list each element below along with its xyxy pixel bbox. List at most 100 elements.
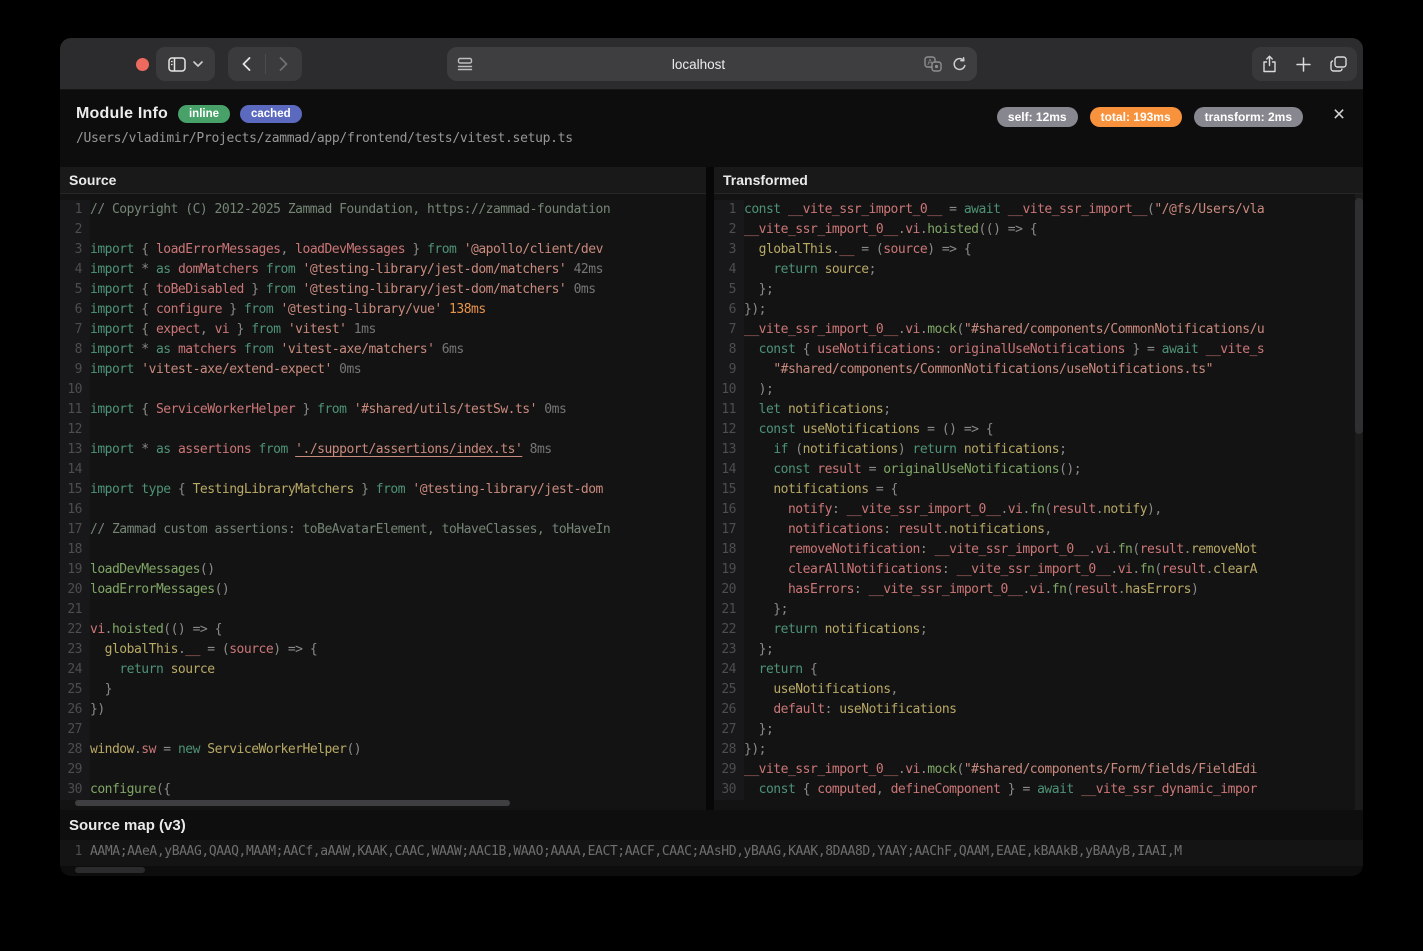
sourcemap-line: 1 AAMA;AAeA,yBAAG,QAAQ,MAAM;AACf,aAAW,KA… xyxy=(60,840,1363,864)
source-horizontal-scrollbar[interactable] xyxy=(75,800,510,806)
transformed-panel-header: Transformed xyxy=(714,167,1363,194)
code-line: 26}) xyxy=(60,700,706,720)
code-line: 30 const { computed, defineComponent } =… xyxy=(714,780,1363,800)
code-line: 12 const useNotifications = () => { xyxy=(714,420,1363,440)
code-text: ); xyxy=(744,380,1363,400)
line-number: 17 xyxy=(60,520,90,540)
line-number: 30 xyxy=(714,780,744,800)
line-number: 2 xyxy=(60,220,90,240)
sourcemap-body[interactable]: 1 AAMA;AAeA,yBAAG,QAAQ,MAAM;AACf,aAAW,KA… xyxy=(60,840,1363,866)
panel-divider[interactable] xyxy=(706,167,714,810)
code-text: if (notifications) return notifications; xyxy=(744,440,1363,460)
code-line: 15 notifications = { xyxy=(714,480,1363,500)
code-text: // Copyright (C) 2012-2025 Zammad Founda… xyxy=(90,200,706,220)
sourcemap-title: Source map (v3) xyxy=(69,817,186,834)
line-number: 10 xyxy=(60,380,90,400)
address-bar[interactable]: localhost A xyxy=(447,47,977,81)
sidebar-toggle-button[interactable] xyxy=(156,47,215,81)
code-text: notifications = { xyxy=(744,480,1363,500)
line-number: 15 xyxy=(714,480,744,500)
code-line: 13import * as assertions from './support… xyxy=(60,440,706,460)
sourcemap-horizontal-scrollbar[interactable] xyxy=(75,867,145,873)
close-window-button[interactable] xyxy=(136,58,149,71)
code-text xyxy=(90,600,706,620)
timing-badges: self: 12mstotal: 193mstransform: 2ms xyxy=(997,107,1303,127)
code-text: globalThis.__ = (source) => { xyxy=(90,640,706,660)
reload-icon[interactable] xyxy=(952,57,967,72)
browser-window: localhost A xyxy=(60,38,1363,876)
back-button[interactable] xyxy=(229,57,265,71)
module-file-path: /Users/vladimir/Projects/zammad/app/fron… xyxy=(76,131,1347,146)
line-number: 7 xyxy=(714,320,744,340)
line-number: 1 xyxy=(714,200,744,220)
code-text: const { useNotifications: originalUseNot… xyxy=(744,340,1363,360)
code-line: 17 notifications: result.notifications, xyxy=(714,520,1363,540)
code-text: let notifications; xyxy=(744,400,1363,420)
chevron-down-icon xyxy=(193,61,203,67)
line-number: 18 xyxy=(714,540,744,560)
tab-overview-icon[interactable] xyxy=(1330,56,1347,72)
code-panels: Source 1 // Copyright (C) 2012-2025 Zamma… xyxy=(60,167,1363,810)
line-number: 22 xyxy=(60,620,90,640)
browser-toolbar: localhost A xyxy=(60,38,1363,90)
code-text: }; xyxy=(744,640,1363,660)
transformed-scrollbar-track[interactable] xyxy=(1355,194,1363,810)
code-text: const { computed, defineComponent } = aw… xyxy=(744,780,1363,800)
status-badge: cached xyxy=(240,105,302,123)
code-line: 20loadErrorMessages() xyxy=(60,580,706,600)
toolbar-right-group xyxy=(1252,47,1357,81)
code-text: const __vite_ssr_import_0__ = await __vi… xyxy=(744,200,1363,220)
code-text: }; xyxy=(744,280,1363,300)
source-panel-title: Source xyxy=(69,172,116,188)
code-text: }); xyxy=(744,300,1363,320)
module-badges: inline cached xyxy=(178,105,302,123)
line-number: 6 xyxy=(60,300,90,320)
source-code-view[interactable]: 1// Copyright (C) 2012-2025 Zammad Found… xyxy=(60,194,706,810)
code-line: 2__vite_ssr_import_0__.vi.hoisted(() => … xyxy=(714,220,1363,240)
line-number: 16 xyxy=(714,500,744,520)
line-number: 24 xyxy=(714,660,744,680)
code-text xyxy=(90,220,706,240)
line-number: 19 xyxy=(60,560,90,580)
transformed-scrollbar-thumb[interactable] xyxy=(1355,198,1363,434)
page-format-icon[interactable] xyxy=(457,57,473,71)
code-text xyxy=(90,540,706,560)
code-text: import { ServiceWorkerHelper } from '#sh… xyxy=(90,400,706,420)
code-line: 7__vite_ssr_import_0__.vi.mock("#shared/… xyxy=(714,320,1363,340)
code-line: 27 }; xyxy=(714,720,1363,740)
new-tab-icon[interactable] xyxy=(1296,57,1311,72)
code-line: 5 }; xyxy=(714,280,1363,300)
transformed-panel-title: Transformed xyxy=(723,172,808,188)
code-text xyxy=(90,380,706,400)
line-number: 12 xyxy=(60,420,90,440)
timing-badge: total: 193ms xyxy=(1090,107,1182,127)
code-text: __vite_ssr_import_0__.vi.mock("#shared/c… xyxy=(744,320,1363,340)
forward-button[interactable] xyxy=(266,57,302,71)
line-number: 9 xyxy=(60,360,90,380)
code-line: 2 xyxy=(60,220,706,240)
status-badge: inline xyxy=(178,105,230,123)
close-panel-button[interactable]: × xyxy=(1328,104,1350,126)
code-text xyxy=(90,420,706,440)
line-number: 28 xyxy=(714,740,744,760)
code-text xyxy=(90,500,706,520)
line-number: 21 xyxy=(714,600,744,620)
code-text: // Zammad custom assertions: toBeAvatarE… xyxy=(90,520,706,540)
code-text: globalThis.__ = (source) => { xyxy=(744,240,1363,260)
transformed-panel: Transformed 1const __vite_ssr_import_0__… xyxy=(714,167,1363,810)
line-number: 19 xyxy=(714,560,744,580)
line-number: 16 xyxy=(60,500,90,520)
chevron-left-icon xyxy=(242,57,251,71)
translate-icon[interactable]: A xyxy=(924,56,943,72)
share-icon[interactable] xyxy=(1262,55,1277,73)
url-text: localhost xyxy=(473,57,924,72)
code-text: return source; xyxy=(744,260,1363,280)
line-number: 20 xyxy=(60,580,90,600)
code-text: return { xyxy=(744,660,1363,680)
line-number: 7 xyxy=(60,320,90,340)
code-line: 25 } xyxy=(60,680,706,700)
code-line: 27 xyxy=(60,720,706,740)
transformed-code-view[interactable]: 1const __vite_ssr_import_0__ = await __v… xyxy=(714,194,1363,810)
code-text: const useNotifications = () => { xyxy=(744,420,1363,440)
code-line: 23 }; xyxy=(714,640,1363,660)
